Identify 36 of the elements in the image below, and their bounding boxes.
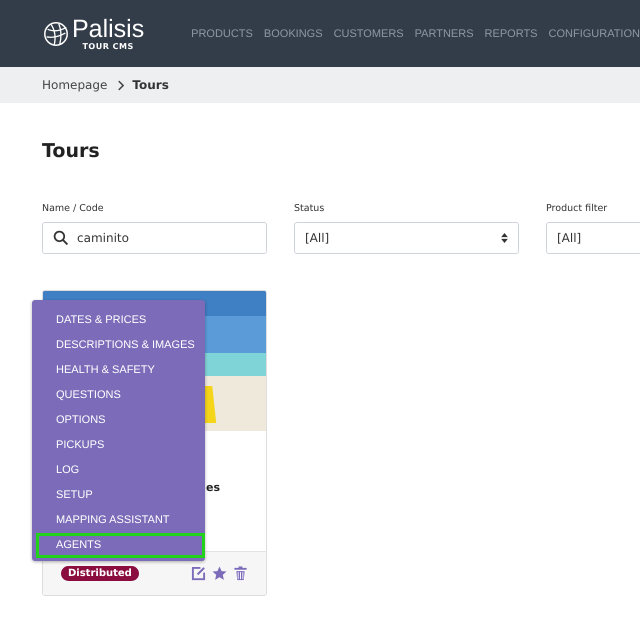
menu-item[interactable]: DESCRIPTIONS & IMAGES	[36, 333, 205, 358]
search-field[interactable]: caminito	[42, 222, 267, 254]
status-badge: Distributed	[61, 566, 139, 581]
menu-item[interactable]: SETUP	[36, 483, 205, 508]
nav-link[interactable]: PARTNERS	[414, 28, 474, 40]
globe-icon	[42, 20, 70, 48]
select-field[interactable]: [All]	[294, 222, 519, 254]
nav-link[interactable]: CUSTOMERS	[334, 28, 404, 40]
search-icon	[53, 230, 69, 246]
trash-icon[interactable]	[233, 566, 248, 581]
field-label: Status	[294, 203, 326, 214]
sort-arrows-icon	[501, 233, 508, 243]
nav-link[interactable]: PRODUCTS	[191, 28, 253, 40]
menu-item[interactable]: DATES & PRICES	[36, 308, 205, 333]
menu-item[interactable]: AGENTS	[36, 533, 205, 558]
menu-item[interactable]: MAPPING ASSISTANT	[36, 508, 205, 533]
menu-item[interactable]: PICKUPS	[36, 433, 205, 458]
logo-text: Palisis	[72, 16, 144, 42]
breadcrumb-link[interactable]: Tours	[132, 78, 169, 92]
select-field[interactable]: [All]	[546, 222, 640, 254]
nav-link[interactable]: CONFIGURATION	[548, 28, 640, 40]
edit-icon[interactable]	[191, 566, 206, 581]
menu-item[interactable]: QUESTIONS	[36, 383, 205, 408]
menu-item[interactable]: OPTIONS	[36, 408, 205, 433]
field-label: Product filter	[546, 203, 608, 214]
logo-subtitle: TOUR CMS	[82, 42, 134, 51]
menu-item[interactable]: LOG	[36, 458, 205, 483]
nav-link[interactable]: BOOKINGS	[264, 28, 323, 40]
breadcrumb-link[interactable]: Homepage	[42, 78, 108, 92]
nav-link[interactable]: REPORTS	[484, 28, 538, 40]
field-label: Name / Code	[42, 203, 105, 214]
menu-item[interactable]: HEALTH & SAFETY	[36, 358, 205, 383]
tour-name: es	[206, 481, 220, 494]
chevron-icon	[117, 80, 124, 90]
star-icon[interactable]	[212, 566, 227, 581]
page-title: Tours	[42, 139, 101, 163]
